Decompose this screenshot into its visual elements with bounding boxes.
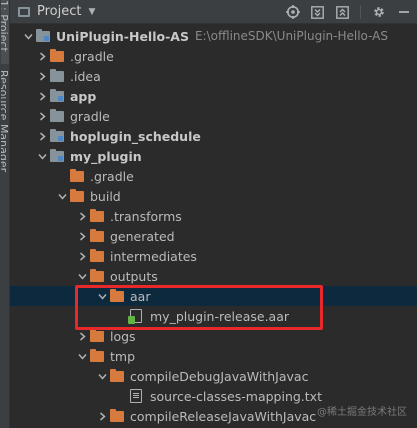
tree-row[interactable]: outputs <box>10 266 417 286</box>
folder-icon <box>90 348 104 362</box>
chevron-down-icon[interactable] <box>74 266 90 286</box>
tree-row-label: generated <box>110 228 175 244</box>
project-view-title[interactable]: Project <box>37 4 81 19</box>
folder-icon <box>90 228 104 242</box>
folder-icon <box>110 368 124 382</box>
tree-row-label: UniPlugin-Hello-AS <box>56 28 189 44</box>
tree-row[interactable]: .transforms <box>10 206 417 226</box>
folder-icon <box>70 188 84 202</box>
folder-icon <box>90 328 104 342</box>
chevron-right-icon[interactable] <box>34 86 50 106</box>
settings-gear-icon[interactable] <box>371 5 386 20</box>
folder-icon <box>90 208 104 222</box>
tree-row-label: .transforms <box>110 208 182 224</box>
tree-row-label: logs <box>110 328 136 344</box>
expand-all-icon[interactable] <box>310 5 325 20</box>
tree-row[interactable]: app <box>10 86 417 106</box>
tree-row-label: my_plugin <box>70 148 142 164</box>
tree-row-label: gradle <box>70 108 110 124</box>
folder-icon <box>90 268 104 282</box>
module-folder-icon <box>36 28 50 42</box>
tree-row-label: my_plugin-release.aar <box>150 308 290 324</box>
tree-row[interactable]: intermediates <box>10 246 417 266</box>
tree-row-label: aar <box>130 288 151 304</box>
locate-target-icon[interactable] <box>285 5 300 20</box>
folder-icon <box>110 408 124 422</box>
tree-row[interactable]: hoplugin_schedule <box>10 126 417 146</box>
collapse-all-icon[interactable] <box>335 5 350 20</box>
project-toolbar: Project ▼ <box>10 0 417 24</box>
tree-row-label: app <box>70 88 97 104</box>
tree-row[interactable]: build <box>10 186 417 206</box>
tree-row[interactable]: tmp <box>10 346 417 366</box>
tree-row[interactable]: .idea <box>10 66 417 86</box>
project-tool-tab-label: 1: Project <box>1 0 10 52</box>
chevron-down-icon[interactable] <box>94 286 110 306</box>
tree-row-label: outputs <box>110 268 158 284</box>
chevron-right-icon[interactable] <box>74 246 90 266</box>
resource-manager-tab-label: Resource Manager <box>1 70 10 173</box>
tree-row-label: compileReleaseJavaWithJavac <box>130 408 317 424</box>
project-panel: Project ▼ UniPlugin-Hello-AS E:\offlineSD… <box>10 0 417 428</box>
archive-file-icon <box>128 309 142 324</box>
chevron-right-icon[interactable] <box>34 126 50 146</box>
chevron-down-icon[interactable] <box>34 146 50 166</box>
chevron-right-icon[interactable] <box>74 206 90 226</box>
chevron-right-icon[interactable] <box>74 226 90 246</box>
chevron-right-icon[interactable] <box>94 406 110 426</box>
resource-manager-tool-tab[interactable]: Resource Manager <box>1 70 10 180</box>
tree-row[interactable]: my_plugin <box>10 146 417 166</box>
tree-row-label: hoplugin_schedule <box>70 128 201 144</box>
project-view-icon <box>18 6 30 17</box>
tree-row-label: source-classes-mapping.txt <box>150 388 322 404</box>
toolbar-separator <box>360 5 361 19</box>
watermark-text: @稀土掘金技术社区 <box>317 407 407 418</box>
triangle-down-icon[interactable]: ▼ <box>88 7 95 17</box>
tree-row[interactable]: gradle <box>10 106 417 126</box>
folder-icon <box>50 108 64 122</box>
tree-row[interactable]: .gradle <box>10 46 417 66</box>
project-tool-tab[interactable]: 1: Project <box>1 0 10 64</box>
chevron-right-icon[interactable] <box>34 46 50 66</box>
folder-icon <box>50 68 64 82</box>
tree-row-label: tmp <box>110 348 136 364</box>
folder-icon <box>90 248 104 262</box>
chevron-down-icon[interactable] <box>74 346 90 366</box>
chevron-down-icon[interactable] <box>20 26 36 46</box>
tree-row-label: compileDebugJavaWithJavac <box>130 368 309 384</box>
project-path: E:\offlineSDK\UniPlugin-Hello-AS <box>194 29 388 43</box>
chevron-right-icon[interactable] <box>34 66 50 86</box>
watermark: @稀土掘金技术社区 <box>317 403 407 418</box>
chevron-right-icon[interactable] <box>74 326 90 346</box>
tree-row-label: .idea <box>70 68 101 84</box>
chevron-down-icon[interactable] <box>54 186 70 206</box>
tree-row[interactable]: UniPlugin-Hello-AS E:\offlineSDK\UniPlugi… <box>10 26 417 46</box>
module-folder-icon <box>50 88 64 102</box>
folder-icon <box>50 48 64 62</box>
tree-row[interactable]: .gradle <box>10 166 417 186</box>
module-folder-icon <box>50 128 64 142</box>
chevron-down-icon[interactable] <box>94 366 110 386</box>
folder-icon <box>70 168 84 182</box>
tree-row-label: build <box>90 188 121 204</box>
tree-row-label: .gradle <box>90 168 134 184</box>
tree-row[interactable]: aar <box>10 286 417 306</box>
tree-row[interactable]: logs <box>10 326 417 346</box>
folder-icon <box>110 288 124 302</box>
module-folder-icon <box>50 148 64 162</box>
text-file-icon <box>130 389 142 403</box>
hide-minus-icon[interactable] <box>396 5 411 20</box>
tree-row[interactable]: my_plugin-release.aar <box>10 306 417 326</box>
tree-row[interactable]: compileDebugJavaWithJavac <box>10 366 417 386</box>
tree-row-label: .gradle <box>70 48 114 64</box>
tree-row-label: intermediates <box>110 248 197 264</box>
tool-window-strip: 1: Project Resource Manager <box>0 0 10 428</box>
tree-row[interactable]: generated <box>10 226 417 246</box>
chevron-right-icon[interactable] <box>34 106 50 126</box>
